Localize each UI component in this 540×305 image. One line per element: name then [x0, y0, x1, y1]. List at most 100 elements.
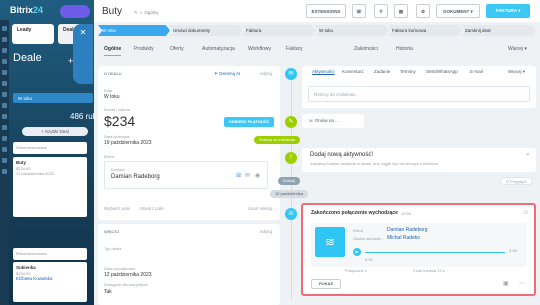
menu-icon[interactable]	[2, 136, 7, 141]
responsible-label: Osoba odpowie...	[353, 236, 385, 241]
tab-leads[interactable]: Leady	[12, 24, 54, 44]
slider-close-button[interactable]: ✕	[73, 24, 93, 84]
menu-icon[interactable]	[2, 37, 7, 42]
available-value[interactable]: Tak	[104, 289, 112, 295]
tab-workflows[interactable]: Workflowy	[248, 46, 271, 52]
invoice-button[interactable]: FAKTURA ▾	[486, 4, 530, 18]
menu-icon[interactable]	[2, 92, 7, 97]
kanban-card[interactable]: Buty $234.00 12 października 2023	[13, 157, 87, 217]
generate-ai-link[interactable]: ✦ Generuj AI	[214, 71, 240, 77]
composer-tab[interactable]: Terminy	[400, 69, 416, 74]
deal-category[interactable]: ✎ ☆ Ogólny	[134, 10, 159, 16]
menu-icon[interactable]	[2, 48, 7, 53]
close-icon[interactable]: ✕	[526, 152, 530, 158]
todo-input[interactable]: Rzeczy do zrobienia...	[308, 86, 530, 102]
tab-more[interactable]: Więcej ▾	[508, 46, 527, 52]
client-link[interactable]: Damian Radeborg	[387, 227, 428, 233]
play-button[interactable]: ▶	[353, 248, 361, 256]
deal-type-label: Typ deala	[104, 246, 122, 251]
call-time: 19:56	[401, 211, 412, 216]
extensions-button[interactable]: EXTENSIONS	[306, 4, 346, 18]
menu-icon[interactable]	[2, 114, 7, 119]
kanban-card[interactable]: Sukienka $234.00 Elżbieta Kowalska	[13, 262, 87, 302]
page-title: Deale	[13, 52, 42, 64]
stage-item[interactable]: Faktura końcowa	[388, 25, 462, 36]
copilot-button[interactable]	[60, 5, 90, 18]
audio-progress[interactable]	[365, 252, 505, 253]
composer-tab[interactable]: Zadanie	[374, 69, 390, 74]
document-button[interactable]: DOKUMENT ▾	[436, 4, 480, 18]
composer-tab[interactable]: E-mail	[470, 69, 483, 74]
menu-icon[interactable]	[2, 26, 7, 31]
new-activity-title: Dodaj nową aktywność!	[310, 152, 374, 158]
deal-title[interactable]: Buty	[102, 6, 122, 17]
edit-link[interactable]: edytuj	[260, 71, 272, 76]
more-icon[interactable]: ⋯	[519, 280, 525, 287]
timeline-line	[291, 70, 292, 300]
print-icon[interactable]: ▤	[394, 4, 408, 18]
chat-icon[interactable]: ◉	[255, 172, 260, 179]
create-field-link[interactable]: Utwórz pole	[140, 206, 164, 211]
section-title: O DEALU	[104, 71, 122, 76]
tab-offers[interactable]: Oferty	[170, 46, 184, 52]
tab-general[interactable]: Ogólne	[104, 46, 122, 56]
note-icon[interactable]: ▣	[503, 280, 509, 287]
tab-dependencies[interactable]: Zależności	[354, 46, 378, 52]
call-me-card[interactable]: ☏ Oniów na ...	[302, 114, 364, 128]
contact-name[interactable]: Damian Radeborg	[111, 174, 160, 180]
contact-card[interactable]: Kontakt Damian Radeborg ☏ ✉ ◉	[104, 161, 268, 189]
close-date-label: Data końcowa	[104, 134, 130, 139]
tab-history[interactable]: Historia	[396, 46, 413, 52]
gear-icon[interactable]: ⚙	[416, 4, 430, 18]
stage-item[interactable]: W toku	[315, 25, 389, 36]
responsible-link[interactable]: Michal Radeko	[387, 235, 420, 241]
phone-icon[interactable]: ☏	[352, 4, 366, 18]
close-date-value[interactable]: 19 października 2023	[104, 140, 152, 146]
menu-icon[interactable]	[2, 169, 7, 174]
menu-icon[interactable]	[2, 59, 7, 64]
composer-tab[interactable]: SMS/WhatsApp	[426, 69, 458, 74]
start-date-value[interactable]: 12 października 2023	[104, 272, 152, 278]
kanban-column-header[interactable]: W toku	[13, 93, 93, 103]
app-logo[interactable]: Bitrix24	[10, 5, 43, 15]
quick-deal-button[interactable]: + Szybki Deal	[22, 127, 88, 136]
stage-item[interactable]: Umówi dokumenty	[169, 25, 243, 36]
composer-more[interactable]: Więcej ▾	[508, 69, 525, 75]
tab-invoices[interactable]: Faktury	[286, 46, 303, 52]
stage-item[interactable]: W toku	[98, 25, 170, 36]
stage-value[interactable]: W toku	[104, 94, 120, 100]
tab-automation[interactable]: Automatyzacja	[202, 46, 235, 52]
menu-icon[interactable]	[2, 125, 7, 130]
call-activity-card: Zakończono połączenie wychodzące 19:56 ☺…	[301, 203, 536, 296]
show-button[interactable]: POKAŻ	[311, 279, 341, 289]
menu-icon[interactable]	[2, 147, 7, 152]
menu-icon[interactable]	[2, 103, 7, 108]
composer-tab[interactable]: Komentarz	[342, 69, 364, 74]
kanban-card[interactable]: Rekomendowane	[13, 142, 87, 154]
audio-wave-icon: ≋	[315, 227, 345, 257]
close-icon[interactable]: ✕	[73, 28, 93, 37]
edit-link[interactable]: edytuj	[260, 229, 272, 234]
pinned-filter[interactable]: ⚲ Przypięte	[500, 177, 533, 185]
menu-icon[interactable]	[2, 70, 7, 75]
phone-icon[interactable]: ☏	[235, 172, 243, 179]
link-icon[interactable]: ⚲	[374, 4, 388, 18]
composer-tab[interactable]: Aktywności	[312, 69, 335, 74]
amount-value[interactable]: $234	[104, 113, 135, 129]
mail-icon[interactable]: ✉	[245, 172, 250, 179]
connected-label: Połączone z	[345, 268, 367, 273]
tab-products[interactable]: Produkty	[134, 46, 154, 52]
menu-icon[interactable]	[2, 158, 7, 163]
receive-payment-button[interactable]: ODBIERZ PŁATNOŚĆ	[224, 117, 274, 127]
stage-item[interactable]: Faktura	[242, 25, 316, 36]
menu-icon[interactable]	[2, 81, 7, 86]
select-field-link[interactable]: Wybierz pole	[104, 206, 130, 211]
left-menu-rail	[0, 20, 9, 305]
avatar-icon[interactable]: ☺	[523, 210, 529, 216]
deal-slider: Buty ✎ ☆ Ogólny EXTENSIONS ☏ ⚲ ▤ ⚙ DOKUM…	[94, 0, 540, 305]
time-elapsed: 0:00	[365, 257, 373, 262]
call-title: Zakończono połączenie wychodzące	[311, 210, 398, 216]
delete-section-link[interactable]: Usuń sekcję	[248, 206, 273, 211]
stage-item[interactable]: Zamknij deal	[461, 25, 536, 36]
kanban-card[interactable]: Rekomendowane	[13, 248, 87, 260]
